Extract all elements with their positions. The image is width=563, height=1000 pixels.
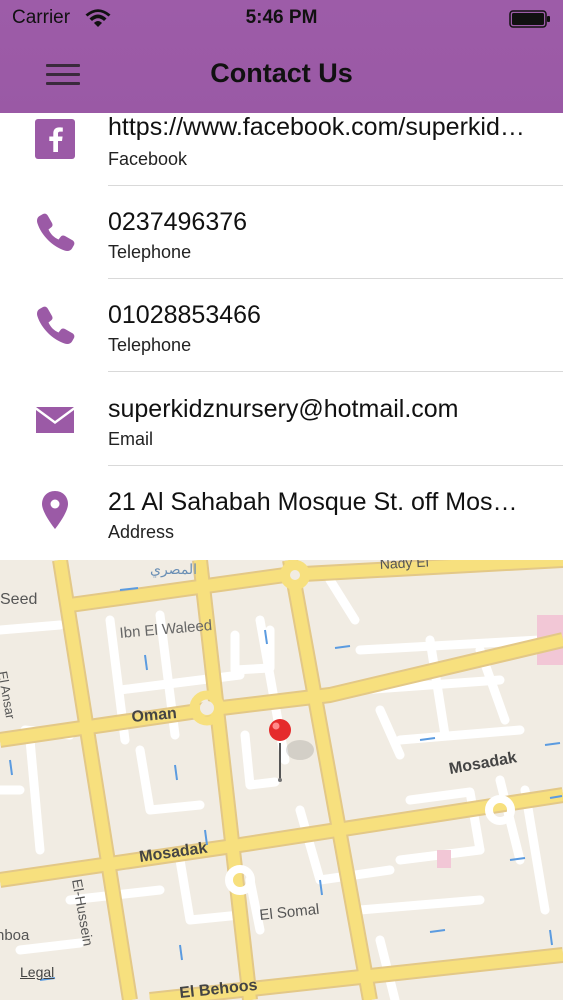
contact-value: https://www.facebook.com/superkidznurser… xyxy=(108,113,528,141)
contact-row-email[interactable]: superkidznursery@hotmail.com Email xyxy=(0,373,563,466)
contact-label: Email xyxy=(108,429,154,449)
contact-row-facebook[interactable]: https://www.facebook.com/superkidznurser… xyxy=(0,113,563,186)
contact-value: superkidznursery@hotmail.com xyxy=(108,395,459,423)
map-legal-link[interactable]: Legal xyxy=(20,964,54,980)
status-bar: Carrier 5:46 PM xyxy=(0,0,563,40)
screen: Carrier 5:46 PM Contact Us https://www.f… xyxy=(0,0,563,1000)
map-label-boa: nboa xyxy=(0,927,30,944)
contact-row-address[interactable]: 21 Al Sahabah Mosque St. off Mosadak St.… xyxy=(0,466,563,559)
contact-row-telephone[interactable]: 01028853466 Telephone xyxy=(0,279,563,372)
phone-icon xyxy=(37,306,75,344)
contact-value: 21 Al Sahabah Mosque St. off Mosadak St. xyxy=(108,488,528,516)
page-title: Contact Us xyxy=(210,58,353,88)
contact-value: 01028853466 xyxy=(108,301,261,329)
map-label-seed: Seed xyxy=(0,591,37,608)
contact-value: 0237496376 xyxy=(108,208,248,236)
phone-icon xyxy=(37,213,75,251)
status-time: 5:46 PM xyxy=(245,7,318,28)
contact-label: Facebook xyxy=(108,149,188,169)
contact-label: Telephone xyxy=(108,335,192,355)
battery-icon xyxy=(509,10,550,28)
map-view[interactable]: Seed المصري Nady El Ibn El Waleed Oman M… xyxy=(0,560,563,1000)
contact-label: Telephone xyxy=(108,242,192,262)
contact-row-telephone[interactable]: 0237496376 Telephone xyxy=(0,186,563,279)
location-pin-icon xyxy=(42,491,68,529)
row-divider xyxy=(108,371,563,372)
contact-list: https://www.facebook.com/superkidznurser… xyxy=(0,113,563,560)
map-canvas: Seed المصري Nady El Ibn El Waleed Oman M… xyxy=(0,560,563,1000)
map-label-masry: المصري xyxy=(150,561,197,578)
header-bar: Carrier 5:46 PM Contact Us xyxy=(0,0,563,113)
contact-label: Address xyxy=(108,522,175,542)
mail-icon xyxy=(36,407,74,433)
facebook-icon xyxy=(35,119,75,159)
